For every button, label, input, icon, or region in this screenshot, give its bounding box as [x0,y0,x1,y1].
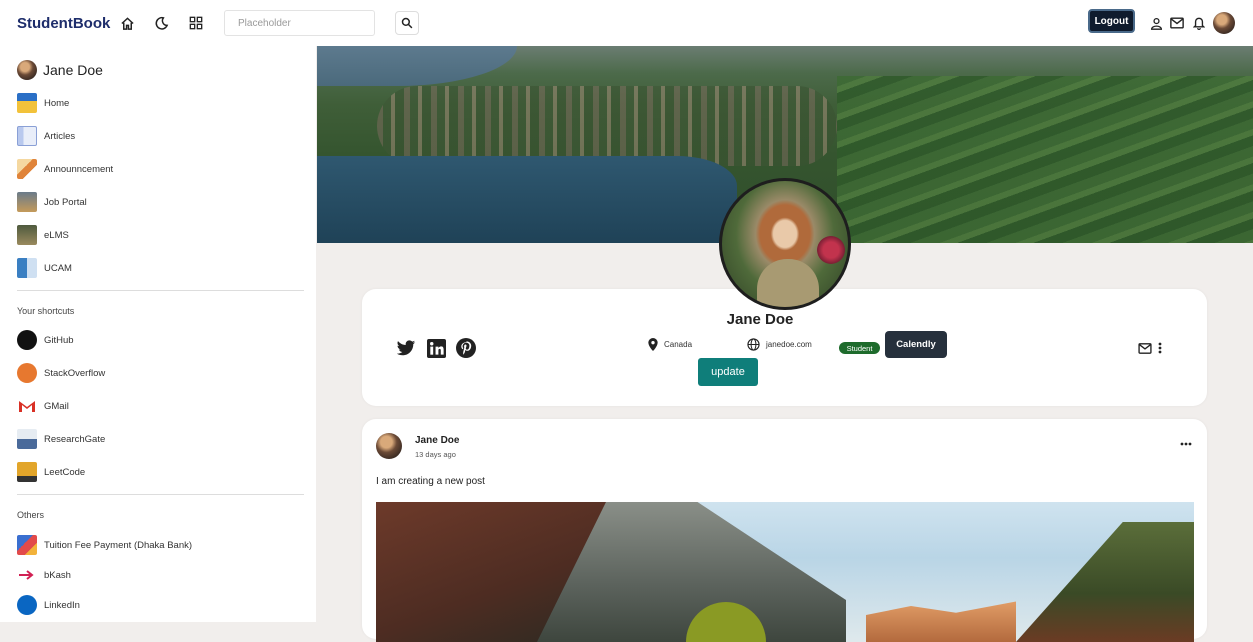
announcement-icon [17,159,37,179]
website-text[interactable]: janedoe.com [766,340,812,349]
twitter-icon[interactable] [395,337,417,359]
status-badge: Student [839,342,880,354]
sidebar-item-job-portal[interactable]: Job Portal [17,190,87,214]
post-options-icon[interactable] [1180,439,1194,449]
location-pin-icon [648,338,658,351]
tuition-icon [17,535,37,555]
sidebar: Jane Doe Home Articles Announncement Job… [0,46,316,622]
sidebar-user-name: Jane Doe [43,62,103,78]
sidebar-item-github[interactable]: GitHub [17,328,74,352]
divider [17,494,304,495]
sidebar-item-bkash[interactable]: bKash [17,563,71,587]
avatar[interactable] [1213,12,1235,34]
search-button[interactable] [395,11,419,35]
job-portal-icon [17,192,37,212]
stackoverflow-icon [17,363,37,383]
ucam-icon [17,258,37,278]
sidebar-item-researchgate[interactable]: ResearchGate [17,427,105,451]
grid-icon[interactable] [186,13,206,33]
post-text: I am creating a new post [376,476,485,487]
globe-icon [747,338,760,351]
bell-icon[interactable] [1189,13,1209,33]
message-icon[interactable] [1134,337,1156,359]
articles-icon [17,126,37,146]
user-icon[interactable] [1146,13,1166,33]
divider [17,290,304,291]
sidebar-user[interactable]: Jane Doe [17,58,103,82]
profile-picture[interactable] [719,178,851,310]
sidebar-item-articles[interactable]: Articles [17,124,75,148]
website[interactable]: janedoe.com [747,338,812,351]
sidebar-item-linkedin[interactable]: LinkedIn [17,593,80,617]
avatar[interactable] [376,433,402,459]
sidebar-item-announcement[interactable]: Announncement [17,157,113,181]
post-image[interactable] [376,502,1194,642]
more-options-icon[interactable] [1155,337,1165,359]
elms-icon [17,225,37,245]
sidebar-item-home[interactable]: Home [17,91,69,115]
avatar [17,60,37,80]
home-icon[interactable] [117,13,137,33]
shortcuts-heading: Your shortcuts [17,306,75,316]
update-button[interactable]: update [698,358,758,386]
researchgate-icon [17,429,37,449]
location: Canada [648,338,692,351]
brand-logo[interactable]: StudentBook [17,15,110,32]
search-input[interactable] [224,10,375,36]
linkedin-icon [17,595,37,615]
post-author[interactable]: Jane Doe [415,435,459,446]
github-icon [17,330,37,350]
dark-mode-icon[interactable] [151,13,171,33]
sidebar-item-leetcode[interactable]: LeetCode [17,460,85,484]
bkash-icon [17,565,37,585]
leetcode-icon [17,462,37,482]
search-icon [401,17,413,29]
others-heading: Others [17,510,45,520]
top-navbar: StudentBook Logout [0,0,1253,46]
calendly-button[interactable]: Calendly [885,331,947,358]
profile-name: Jane Doe [726,311,794,328]
sidebar-item-gmail[interactable]: GMail [17,394,69,418]
sidebar-item-tuition-fee[interactable]: Tuition Fee Payment (Dhaka Bank) [17,533,192,557]
linkedin-icon[interactable] [425,337,447,359]
home-icon [17,93,37,113]
sidebar-item-elms[interactable]: eLMS [17,223,69,247]
pinterest-icon[interactable] [455,337,477,359]
sidebar-item-stackoverflow[interactable]: StackOverflow [17,361,105,385]
mail-icon[interactable] [1167,13,1187,33]
post-timestamp: 13 days ago [415,450,456,459]
sidebar-item-ucam[interactable]: UCAM [17,256,72,280]
location-text: Canada [664,340,693,349]
gmail-icon [17,396,37,416]
post-card: Jane Doe 13 days ago I am creating a new… [362,419,1207,642]
logout-button[interactable]: Logout [1088,9,1135,33]
